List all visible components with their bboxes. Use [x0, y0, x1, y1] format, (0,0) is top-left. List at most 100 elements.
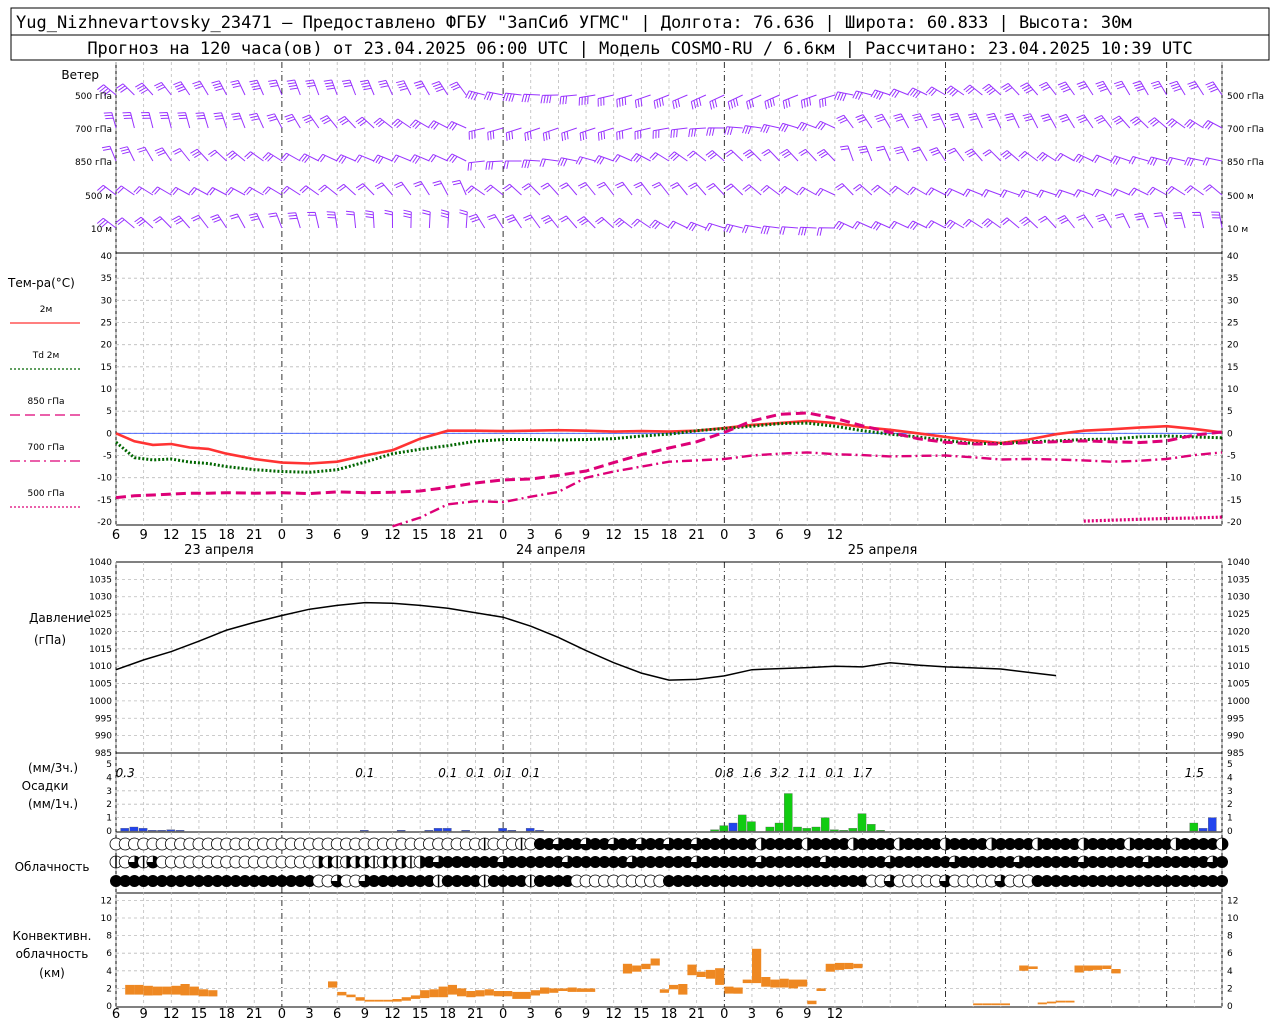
wind-barb — [337, 183, 356, 196]
wind-barb — [780, 148, 799, 162]
wind-barb — [432, 180, 449, 196]
conv-cloud-bar — [364, 999, 375, 1002]
press-tick-right: 1040 — [1227, 558, 1250, 568]
wind-level-right: 700 гПа — [1227, 125, 1264, 135]
wind-barb — [778, 185, 799, 196]
wind-barb — [760, 225, 780, 235]
precip-unit-3h: (мм/3ч.) — [28, 761, 78, 775]
conv-cloud-bar — [770, 979, 780, 988]
press-tick-left: 985 — [95, 749, 112, 759]
wind-barb — [855, 114, 873, 129]
conv-cloud-bar — [1028, 966, 1038, 969]
wind-barb — [597, 94, 614, 107]
conv-cloud-bar — [189, 986, 199, 996]
x-hour-label: 15 — [633, 528, 650, 543]
wind-barb — [409, 154, 430, 164]
precip-bar-blue — [1208, 817, 1217, 832]
temp-tick-right: -10 — [1227, 474, 1242, 484]
wind-barb — [326, 211, 338, 229]
x-hour-label: 6 — [112, 528, 120, 543]
conv-cloud-bar — [328, 981, 338, 988]
wind-barb — [836, 114, 854, 129]
conv-cloud-bar — [475, 990, 485, 997]
press-tick-right: 1030 — [1227, 593, 1250, 603]
conv-cloud-bar — [982, 1003, 992, 1006]
x-hour-label: 18 — [218, 1007, 235, 1022]
press-tick-right: 990 — [1227, 732, 1244, 742]
temp-tick-left: 30 — [101, 296, 113, 306]
wind-barb — [981, 189, 1001, 198]
wind-barb — [213, 112, 228, 129]
wind-barb — [1076, 81, 1094, 96]
precip-title: Осадки — [22, 779, 69, 793]
conv-cloud-bar — [383, 999, 393, 1002]
temp-tick-left: 25 — [101, 319, 112, 329]
wind-barb — [615, 181, 633, 196]
conv-cloud-bar — [798, 979, 808, 987]
x-date-label: 23 апреля — [184, 543, 254, 558]
x-hour-label: 15 — [191, 1007, 208, 1022]
wind-barb — [1165, 118, 1186, 129]
wind-barb — [986, 112, 1002, 129]
wind-barb — [451, 179, 467, 196]
conv-cloud-bar — [540, 987, 550, 994]
conv-cloud-bar — [1037, 1002, 1047, 1005]
x-hour-label: 9 — [803, 528, 811, 543]
x-hour-label: 15 — [412, 528, 429, 543]
wind-barb — [688, 182, 707, 196]
wind-barb — [1040, 113, 1057, 129]
press-tick-left: 1035 — [89, 575, 112, 585]
pressure-unit: (гПа) — [34, 633, 66, 647]
conv-cloud-bar — [493, 991, 504, 997]
temp-tick-right: 20 — [1227, 341, 1239, 351]
wind-barb — [540, 182, 559, 196]
wind-barb — [616, 127, 633, 141]
press-tick-right: 1020 — [1227, 627, 1250, 637]
precip-bar-blue — [443, 828, 452, 832]
x-hour-label: 3 — [305, 528, 313, 543]
x-hour-label: 12 — [384, 1007, 401, 1022]
conv-tick-right: 10 — [1227, 914, 1239, 924]
wind-barb — [449, 81, 467, 96]
wind-level-left: 700 гПа — [75, 125, 112, 135]
conv-cloud-bar — [1074, 965, 1084, 973]
x-hour-label: 9 — [803, 1007, 811, 1022]
wind-barb — [465, 90, 485, 101]
wind-barb — [486, 214, 504, 229]
precip-bar-blue — [525, 828, 535, 832]
wind-barb — [1169, 80, 1186, 96]
x-hour-label: 12 — [384, 528, 401, 543]
x-hour-label: 0 — [720, 528, 728, 543]
press-tick-left: 1030 — [89, 593, 112, 603]
temp-tick-left: 0 — [106, 429, 112, 439]
temp-legend-label: 500 гПа — [27, 489, 64, 499]
x-hour-label: 15 — [633, 1007, 650, 1022]
conv-cloud-bar — [198, 989, 209, 997]
wind-barb — [505, 127, 522, 141]
wind-barb — [816, 227, 835, 236]
precip-bar-blue — [1198, 828, 1208, 832]
precip-bar-blue — [728, 822, 738, 832]
wind-barb — [857, 145, 873, 162]
wind-barb — [760, 185, 780, 196]
wind-barb — [944, 187, 965, 197]
wind-level-right: 500 гПа — [1227, 92, 1264, 102]
wind-barb — [524, 127, 541, 142]
wind-barb — [579, 127, 596, 141]
precip-bar-blue — [166, 829, 176, 832]
precip-bar-green — [737, 814, 747, 832]
wind-barb — [485, 160, 504, 170]
wind-barb — [596, 181, 615, 196]
conv-cloud-bar — [687, 964, 697, 976]
wind-barb — [159, 112, 172, 129]
conv-title-2: облачность — [16, 947, 89, 961]
precip-total-label: 0.1 — [494, 766, 513, 780]
wind-barb — [192, 80, 209, 96]
wind-barb — [706, 182, 725, 196]
wind-barb — [393, 181, 412, 196]
wind-barb — [335, 154, 356, 164]
wind-barb — [374, 182, 393, 196]
conv-cloud-bar — [973, 1003, 983, 1006]
precip-tick-left: 2 — [106, 800, 112, 810]
wind-barb — [225, 186, 246, 196]
